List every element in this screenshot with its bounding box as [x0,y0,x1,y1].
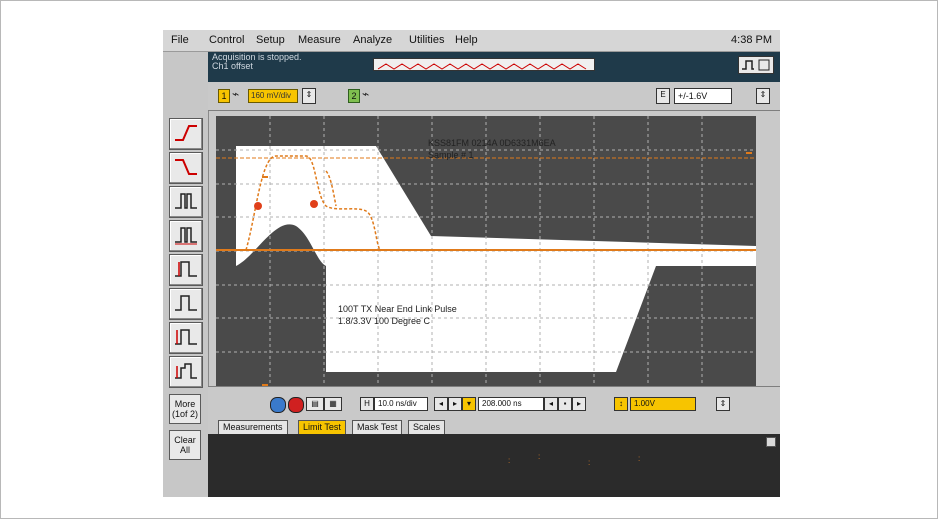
probe-icon-2: ⌁ [362,87,370,101]
measurement-results: : : : : [208,434,780,497]
menu-file[interactable]: File [171,34,189,46]
trigger-position-bar[interactable] [373,58,595,71]
tab-mask-test[interactable]: Mask Test [352,420,403,434]
channel-1-indicator[interactable]: 1 [218,89,230,103]
channel-1-scale[interactable]: 160 mV/div [248,89,298,103]
pulse-width-negative-button[interactable] [169,288,203,320]
offset-field[interactable]: 1.00V [630,397,696,411]
measurement-tabs: Measurements Limit Test Mask Test Scales [208,420,780,434]
glitch-trigger-button[interactable] [169,186,203,218]
result-column-2: : [538,452,543,461]
waveform-graph: KSS81FM 0214A 0D6331M6EA Sample # 1 100T… [216,116,756,386]
runt-icon [175,329,197,345]
delay-center-button[interactable]: ▪ [558,397,572,411]
pulse-positive-icon [175,261,197,277]
oscilloscope-window: File Control Setup Measure Analyze Utili… [163,30,780,497]
delay-field[interactable]: 208.000 ns [478,397,544,411]
channel-1-scale-stepper[interactable]: ⇕ [302,88,316,104]
delay-icon: ▾ [462,397,476,411]
timebase-controls: ▤ ▦ H 10.0 ns/div ◂ ▸ ▾ 208.000 ns ◂ ▪ ▸… [208,386,780,421]
channel-2-indicator[interactable]: 2 [348,89,360,103]
waveform-display[interactable]: KSS81FM 0214A 0D6331M6EA Sample # 1 100T… [216,116,756,386]
marker-1 [254,202,262,210]
single-button[interactable]: ▤ [306,397,324,411]
mask-label-1: 100T TX Near End Link Pulse [338,304,457,314]
timeout-icon [175,363,197,379]
trigger-waveform-icon [377,63,587,70]
edge-trigger-rising-button[interactable] [169,118,203,150]
timeout-trigger-button[interactable] [169,356,203,388]
status-message: Acquisition is stopped. Ch1 offset [212,53,302,71]
horizontal-icon: H [360,397,374,411]
trigger-level-field[interactable]: +/-1.6V [674,88,732,104]
pulse-width-positive-button[interactable] [169,254,203,286]
channel-controls: 1 ⌁ 160 mV/div ⇕ 2 ⌁ E +/-1.6V ⇕ [208,82,780,111]
menu-bar: File Control Setup Measure Analyze Utili… [163,30,780,52]
falling-edge-icon [175,159,197,175]
clock: 4:38 PM [731,34,772,46]
offset-stepper[interactable]: ⇕ [716,397,730,411]
menu-utilities[interactable]: Utilities [409,34,444,46]
trigger-level-stepper[interactable]: ⇕ [756,88,770,104]
tab-scales[interactable]: Scales [408,420,446,434]
rising-edge-icon [175,125,197,141]
glitch-icon [175,193,197,209]
menu-analyze[interactable]: Analyze [353,34,392,46]
run-icon[interactable] [270,397,286,413]
screen-title-2: Sample # 1 [428,150,474,160]
pattern-icon [175,227,197,245]
trigger-source-button[interactable]: E [656,88,670,104]
marker-2 [310,200,318,208]
status-strip: Acquisition is stopped. Ch1 offset [208,52,780,82]
pulse-display-icon [742,59,770,71]
stop-icon[interactable] [288,397,304,413]
status-line-2: Ch1 offset [212,61,253,71]
tab-measurements[interactable]: Measurements [218,420,288,434]
menu-measure[interactable]: Measure [298,34,341,46]
screen-title-1: KSS81FM 0214A 0D6331M6EA [428,138,556,148]
result-column-1: : [508,456,513,465]
menu-setup[interactable]: Setup [256,34,285,46]
delay-left-button[interactable]: ◂ [544,397,558,411]
left-toolbar: More (1of 2) Clear All [163,52,209,497]
timebase-up-button[interactable]: ▸ [448,397,462,411]
delay-right-button[interactable]: ▸ [572,397,586,411]
runt-trigger-button[interactable] [169,322,203,354]
menu-control[interactable]: Control [209,34,244,46]
tab-limit-test[interactable]: Limit Test [298,420,346,434]
mask-label-2: 1.8/3.3V 100 Degree C [338,316,431,326]
result-column-4: : [638,454,643,463]
clear-all-button[interactable]: Clear All [169,430,201,460]
more-button[interactable]: More (1of 2) [169,394,201,424]
pulse-negative-icon [175,295,197,311]
display-mode-icons[interactable] [738,56,774,74]
result-column-3: : [588,458,593,467]
timebase-down-button[interactable]: ◂ [434,397,448,411]
menu-help[interactable]: Help [455,34,478,46]
autoscale-button[interactable]: ▦ [324,397,342,411]
close-icon[interactable] [766,437,776,447]
probe-icon: ⌁ [232,87,240,101]
timebase-field[interactable]: 10.0 ns/div [374,397,428,411]
offset-icon: ↕ [614,397,628,411]
pattern-trigger-button[interactable] [169,220,203,252]
edge-trigger-falling-button[interactable] [169,152,203,184]
